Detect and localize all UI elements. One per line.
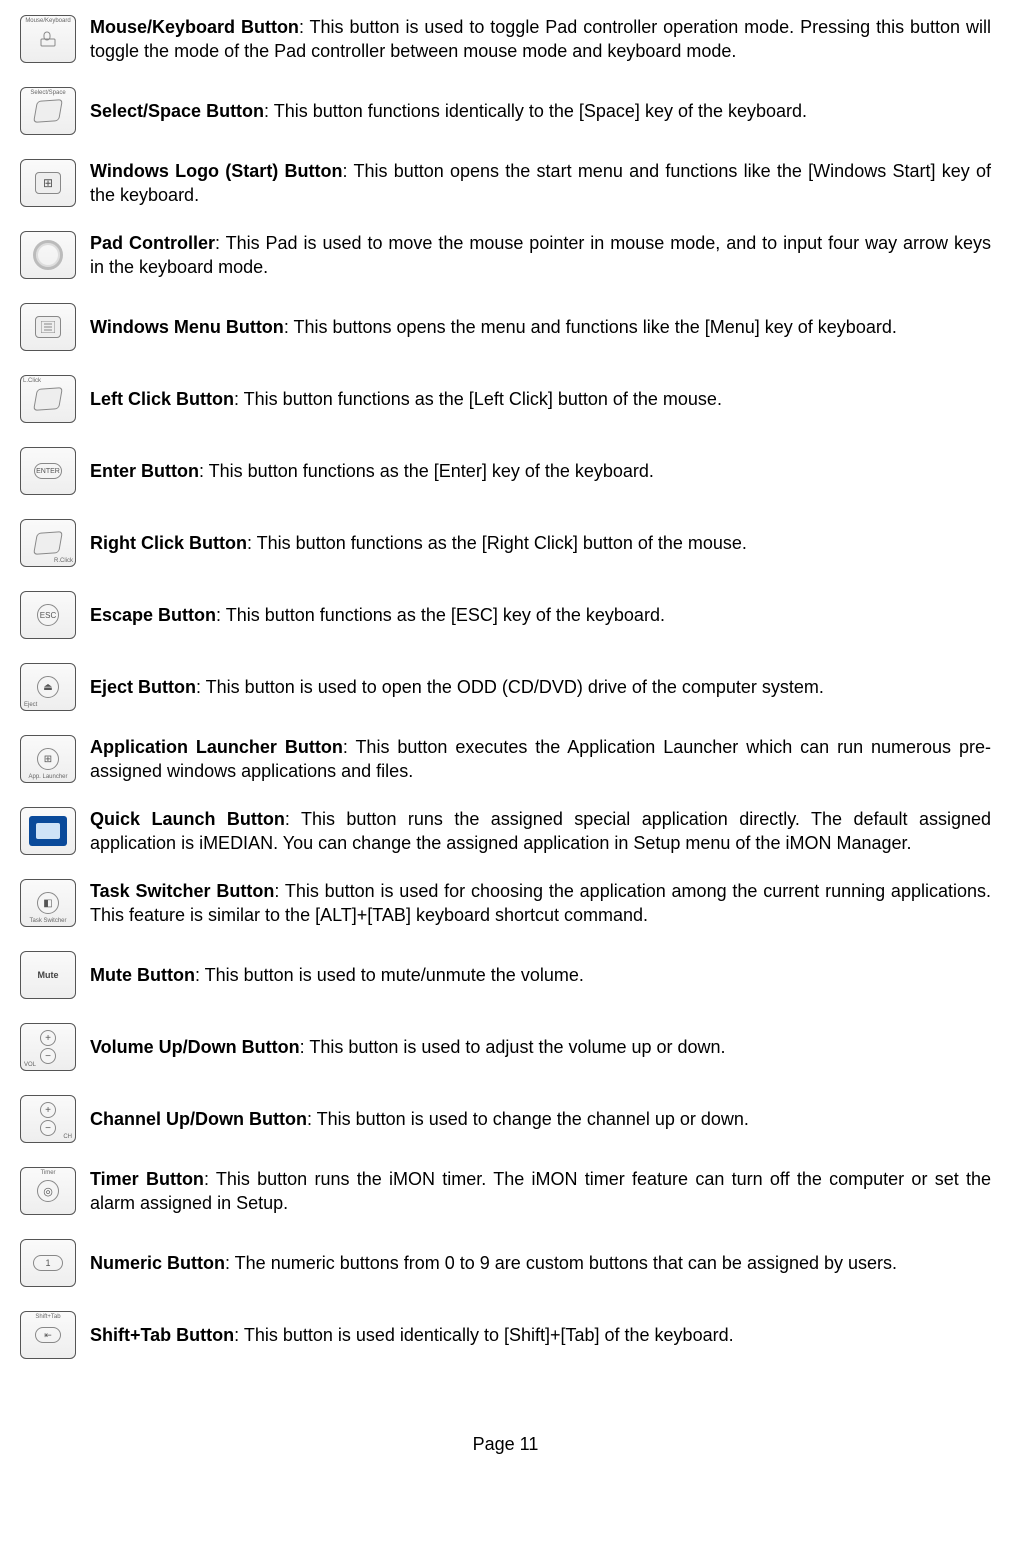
- windows-menu-icon: [20, 303, 76, 351]
- button-name: Mute Button: [90, 965, 195, 985]
- mouse-keyboard-icon: Mouse/Keyboard: [20, 15, 76, 63]
- app-launcher-icon: ⊞App. Launcher: [20, 735, 76, 783]
- enter-icon: ENTER: [20, 447, 76, 495]
- button-description-row: Mouse/Keyboard Mouse/Keyboard Button: Th…: [20, 10, 991, 68]
- button-name: Windows Menu Button: [90, 317, 284, 337]
- button-description-row: ⏏Eject Eject Button: This button is used …: [20, 658, 991, 716]
- mouse-keyboard-description: Mouse/Keyboard Button: This button is us…: [90, 15, 991, 64]
- volume-icon: +−VOL: [20, 1023, 76, 1071]
- button-text: : This button functions as the [ESC] key…: [216, 605, 665, 625]
- button-text: : This button is used identically to [Sh…: [234, 1325, 733, 1345]
- button-description-row: ◧Task Switcher Task Switcher Button: This…: [20, 874, 991, 932]
- button-text: : This button is used to adjust the volu…: [300, 1037, 726, 1057]
- button-description-row: +−CH Channel Up/Down Button: This button …: [20, 1090, 991, 1148]
- escape-icon: ESC: [20, 591, 76, 639]
- button-text: : This button is used to mute/unmute the…: [195, 965, 584, 985]
- eject-icon: ⏏Eject: [20, 663, 76, 711]
- channel-icon: +−CH: [20, 1095, 76, 1143]
- button-description-row: Select/Space Select/Space Button: This bu…: [20, 82, 991, 140]
- button-name: Select/Space Button: [90, 101, 264, 121]
- right-click-description: Right Click Button: This button function…: [90, 531, 991, 555]
- windows-menu-description: Windows Menu Button: This buttons opens …: [90, 315, 991, 339]
- timer-description: Timer Button: This button runs the iMON …: [90, 1167, 991, 1216]
- eject-description: Eject Button: This button is used to ope…: [90, 675, 991, 699]
- quick-launch-description: Quick Launch Button: This button runs th…: [90, 807, 991, 856]
- shift-tab-icon: Shift+Tab⇤: [20, 1311, 76, 1359]
- button-name: Eject Button: [90, 677, 196, 697]
- button-description-row: Mute Mute Button: This button is used to …: [20, 946, 991, 1004]
- button-description-row: L.Click Left Click Button: This button fu…: [20, 370, 991, 428]
- volume-description: Volume Up/Down Button: This button is us…: [90, 1035, 991, 1059]
- button-description-row: Quick Launch Button: This button runs th…: [20, 802, 991, 860]
- button-text: : This button functions as the [Left Cli…: [234, 389, 722, 409]
- button-text: : This button runs the iMON timer. The i…: [90, 1169, 991, 1213]
- button-description-row: ⊞ Windows Logo (Start) Button: This butto…: [20, 154, 991, 212]
- escape-description: Escape Button: This button functions as …: [90, 603, 991, 627]
- button-name: Numeric Button: [90, 1253, 225, 1273]
- button-description-row: R.Click Right Click Button: This button f…: [20, 514, 991, 572]
- button-text: : The numeric buttons from 0 to 9 are cu…: [225, 1253, 897, 1273]
- button-description-row: ESC Escape Button: This button functions …: [20, 586, 991, 644]
- pad-controller-description: Pad Controller: This Pad is used to move…: [90, 231, 991, 280]
- enter-description: Enter Button: This button functions as t…: [90, 459, 991, 483]
- button-description-row: Windows Menu Button: This buttons opens …: [20, 298, 991, 356]
- button-name: Left Click Button: [90, 389, 234, 409]
- task-switcher-icon: ◧Task Switcher: [20, 879, 76, 927]
- page-footer: Page 11: [20, 1434, 991, 1455]
- button-name: Pad Controller: [90, 233, 215, 253]
- select-space-icon: Select/Space: [20, 87, 76, 135]
- button-description-row: +−VOL Volume Up/Down Button: This button …: [20, 1018, 991, 1076]
- button-name: Right Click Button: [90, 533, 247, 553]
- button-name: Escape Button: [90, 605, 216, 625]
- button-name: Application Launcher Button: [90, 737, 343, 757]
- button-text: : This button is used to change the chan…: [307, 1109, 749, 1129]
- button-text: : This button functions as the [Enter] k…: [199, 461, 654, 481]
- button-description-row: 1 Numeric Button: The numeric buttons fro…: [20, 1234, 991, 1292]
- button-text: : This button is used to open the ODD (C…: [196, 677, 824, 697]
- button-name: Task Switcher Button: [90, 881, 274, 901]
- timer-icon: Timer◎: [20, 1167, 76, 1215]
- button-text: : This buttons opens the menu and functi…: [284, 317, 897, 337]
- button-description-row: Pad Controller: This Pad is used to move…: [20, 226, 991, 284]
- button-name: Windows Logo (Start) Button: [90, 161, 343, 181]
- mute-icon: Mute: [20, 951, 76, 999]
- task-switcher-description: Task Switcher Button: This button is use…: [90, 879, 991, 928]
- shift-tab-description: Shift+Tab Button: This button is used id…: [90, 1323, 991, 1347]
- button-text: : This button functions as the [Right Cl…: [247, 533, 747, 553]
- numeric-description: Numeric Button: The numeric buttons from…: [90, 1251, 991, 1275]
- button-name: Shift+Tab Button: [90, 1325, 234, 1345]
- left-click-description: Left Click Button: This button functions…: [90, 387, 991, 411]
- quick-launch-icon: [20, 807, 76, 855]
- button-name: Volume Up/Down Button: [90, 1037, 300, 1057]
- button-text: : This Pad is used to move the mouse poi…: [90, 233, 991, 277]
- button-description-row: ENTER Enter Button: This button functions…: [20, 442, 991, 500]
- numeric-icon: 1: [20, 1239, 76, 1287]
- windows-start-icon: ⊞: [20, 159, 76, 207]
- mute-description: Mute Button: This button is used to mute…: [90, 963, 991, 987]
- app-launcher-description: Application Launcher Button: This button…: [90, 735, 991, 784]
- button-name: Mouse/Keyboard Button: [90, 17, 299, 37]
- button-description-row: ⊞App. Launcher Application Launcher Butto…: [20, 730, 991, 788]
- button-name: Enter Button: [90, 461, 199, 481]
- right-click-icon: R.Click: [20, 519, 76, 567]
- pad-controller-icon: [20, 231, 76, 279]
- channel-description: Channel Up/Down Button: This button is u…: [90, 1107, 991, 1131]
- windows-start-description: Windows Logo (Start) Button: This button…: [90, 159, 991, 208]
- button-description-row: Timer◎ Timer Button: This button runs the…: [20, 1162, 991, 1220]
- button-text: : This button functions identically to t…: [264, 101, 807, 121]
- button-name: Quick Launch Button: [90, 809, 285, 829]
- button-name: Timer Button: [90, 1169, 204, 1189]
- select-space-description: Select/Space Button: This button functio…: [90, 99, 991, 123]
- button-description-row: Shift+Tab⇤ Shift+Tab Button: This button …: [20, 1306, 991, 1364]
- button-name: Channel Up/Down Button: [90, 1109, 307, 1129]
- left-click-icon: L.Click: [20, 375, 76, 423]
